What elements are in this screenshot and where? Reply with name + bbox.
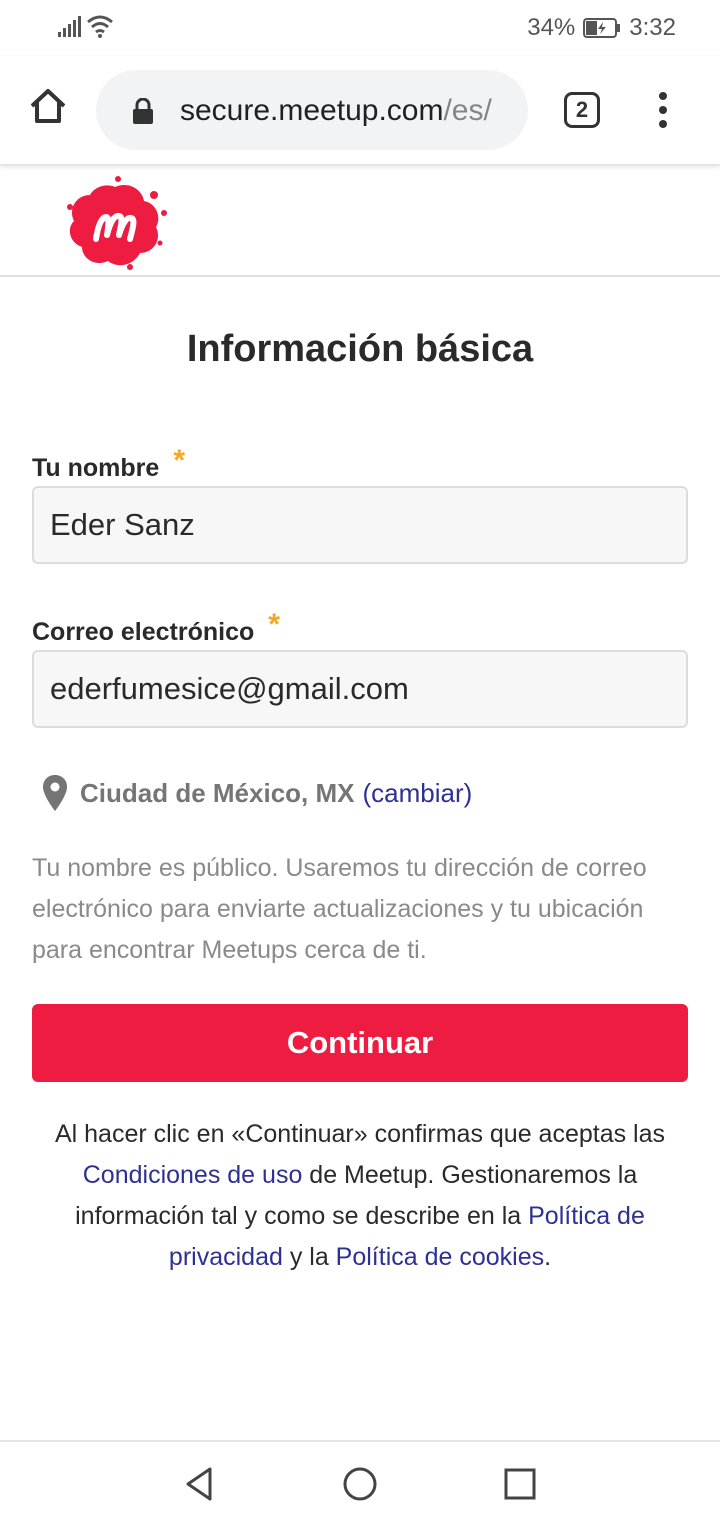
home-circle-icon[interactable] bbox=[340, 1464, 380, 1504]
cookie-policy-link[interactable]: Política de cookies bbox=[336, 1243, 544, 1271]
status-right: 34% 3:32 bbox=[527, 14, 676, 42]
location-pin-icon bbox=[43, 775, 67, 811]
battery-icon bbox=[583, 18, 621, 38]
required-star: * bbox=[173, 444, 185, 477]
battery-percent: 34% bbox=[527, 14, 576, 41]
wifi-icon bbox=[87, 15, 113, 38]
url-text: secure.meetup.com/es/ bbox=[180, 94, 492, 128]
recents-icon[interactable] bbox=[500, 1464, 540, 1504]
legal-part1: Al hacer clic en «Continuar» confirmas q… bbox=[54, 1120, 666, 1148]
browser-toolbar: secure.meetup.com/es/ 2 bbox=[0, 56, 720, 165]
legal-text: Al hacer clic en «Continuar» confirmas q… bbox=[24, 1114, 696, 1278]
name-input[interactable] bbox=[32, 486, 688, 564]
address-bar[interactable]: secure.meetup.com/es/ bbox=[96, 70, 528, 150]
site-header bbox=[0, 165, 720, 277]
home-button[interactable] bbox=[24, 82, 72, 130]
legal-part4: . bbox=[544, 1243, 552, 1271]
url-path: /es/ bbox=[443, 94, 492, 127]
legal-part3: y la bbox=[282, 1243, 336, 1271]
back-icon[interactable] bbox=[180, 1464, 220, 1504]
status-bar: 34% 3:32 bbox=[0, 0, 720, 56]
email-input[interactable] bbox=[32, 650, 688, 728]
required-star: * bbox=[268, 608, 280, 641]
meetup-logo[interactable] bbox=[60, 173, 170, 273]
continue-button[interactable]: Continuar bbox=[32, 1004, 688, 1082]
system-nav-bar bbox=[0, 1440, 720, 1522]
tab-switcher-button[interactable]: 2 bbox=[564, 92, 600, 128]
url-domain: secure.meetup.com bbox=[180, 94, 444, 127]
signal-icon bbox=[58, 16, 81, 37]
name-label-text: Tu nombre bbox=[32, 454, 160, 482]
home-icon bbox=[30, 89, 66, 123]
email-label-text: Correo electrónico bbox=[32, 618, 255, 646]
email-label: Correo electrónico * bbox=[32, 608, 280, 648]
terms-link[interactable]: Condiciones de uso bbox=[83, 1161, 303, 1189]
change-location-link[interactable]: (cambiar) bbox=[363, 778, 473, 809]
location-row: Ciudad de México, MX (cambiar) bbox=[42, 774, 472, 812]
page-title: Información básica bbox=[186, 328, 534, 370]
name-label: Tu nombre * bbox=[32, 444, 185, 484]
lock-icon bbox=[133, 98, 153, 124]
location-text: Ciudad de México, MX bbox=[80, 777, 355, 808]
clock: 3:32 bbox=[629, 14, 676, 41]
info-text: Tu nombre es público. Usaremos tu direcc… bbox=[32, 854, 647, 964]
menu-icon[interactable] bbox=[648, 88, 678, 132]
